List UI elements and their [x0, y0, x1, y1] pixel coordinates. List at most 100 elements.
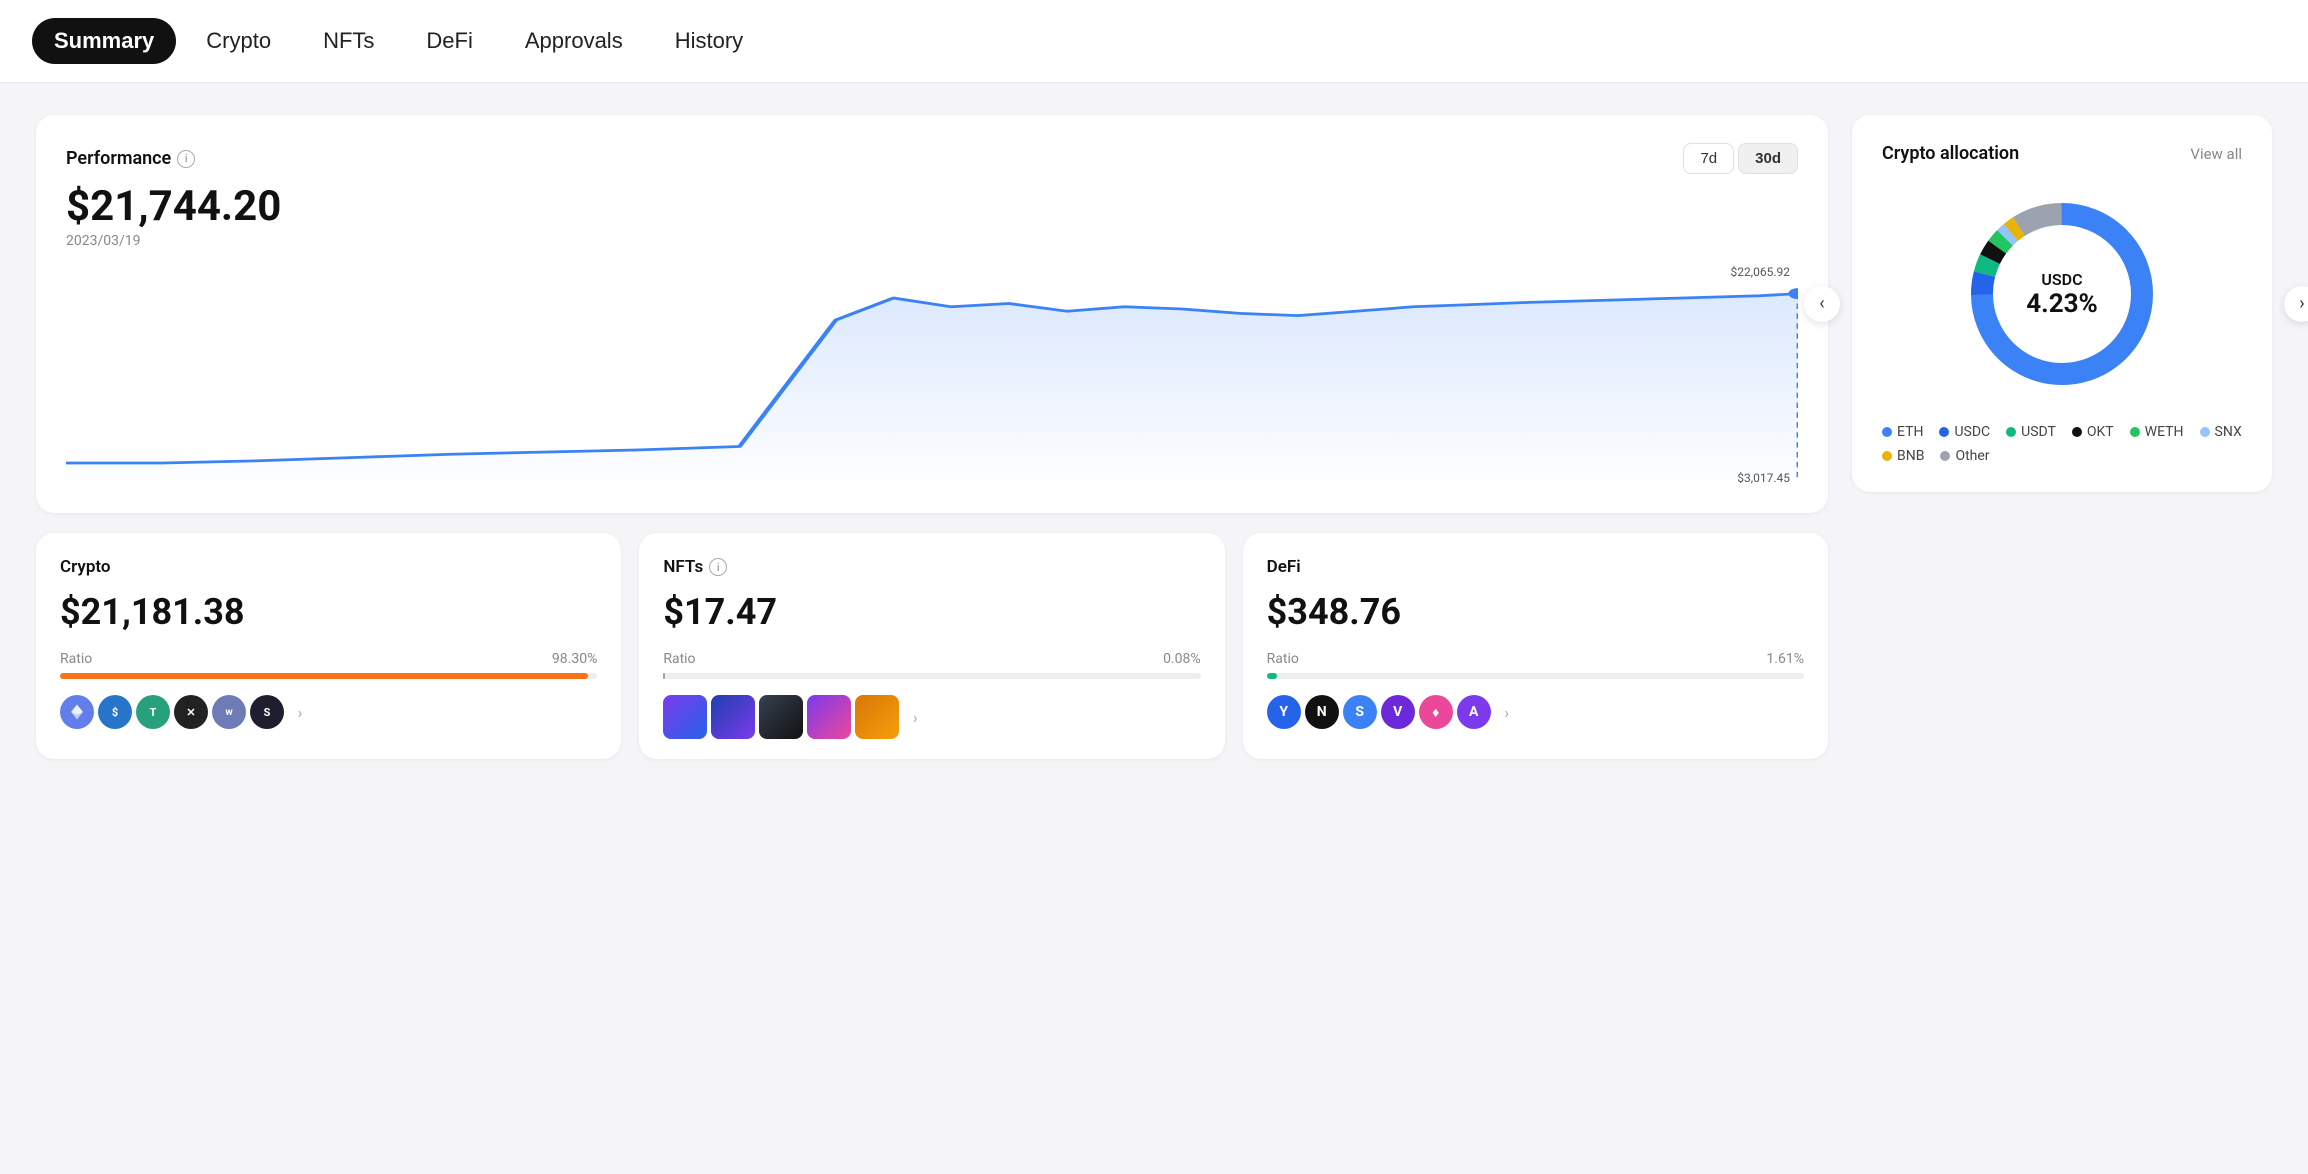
defi-card: DeFi $348.76 Ratio 1.61% Y N S V ♦ A › — [1243, 533, 1828, 759]
defi-icon-1: Y — [1267, 695, 1301, 729]
nft-thumb-1 — [663, 695, 707, 739]
legend-label-usdt: USDT — [2021, 424, 2056, 440]
performance-header: Performance i 7d 30d — [66, 143, 1798, 174]
usdt-icon: T — [136, 695, 170, 729]
nfts-card-value: $17.47 — [663, 591, 1200, 633]
alloc-prev-arrow[interactable]: ‹ — [1804, 286, 1840, 322]
performance-card: Performance i 7d 30d $21,744.20 2023/03/… — [36, 115, 1828, 513]
defi-card-label: DeFi — [1267, 557, 1804, 577]
defi-ratio-bar-fill — [1267, 673, 1277, 679]
legend-dot-other — [1940, 451, 1950, 461]
legend-dot-snx — [2200, 427, 2210, 437]
nav-nfts[interactable]: NFTs — [301, 18, 396, 64]
right-column: ‹ Crypto allocation View all — [1852, 115, 2272, 759]
donut-center-label: USDC — [2026, 270, 2098, 289]
legend-label-okt: OKT — [2087, 424, 2114, 440]
nft-thumb-5 — [855, 695, 899, 739]
performance-title: Performance i — [66, 148, 195, 169]
weth-icon: w — [212, 695, 246, 729]
legend-label-eth: ETH — [1897, 424, 1923, 440]
nfts-more-arrow[interactable]: › — [903, 705, 927, 729]
nfts-ratio-bar-bg — [663, 673, 1200, 679]
okt-icon: ✕ — [174, 695, 208, 729]
legend-dot-weth — [2130, 427, 2140, 437]
nft-thumb-3 — [759, 695, 803, 739]
crypto-ratio-bar-bg — [60, 673, 597, 679]
defi-card-value: $348.76 — [1267, 591, 1804, 633]
nft-thumb-2 — [711, 695, 755, 739]
alloc-wrapper: ‹ Crypto allocation View all — [1852, 115, 2272, 492]
performance-info-icon[interactable]: i — [177, 150, 195, 168]
nav-crypto[interactable]: Crypto — [184, 18, 293, 64]
performance-title-text: Performance — [66, 148, 171, 169]
nfts-ratio-pct: 0.08% — [1163, 651, 1201, 667]
alloc-next-arrow[interactable]: › — [2284, 286, 2308, 322]
donut-chart-container: USDC 4.23% — [1882, 184, 2242, 404]
legend-label-snx: SNX — [2215, 424, 2242, 440]
legend-dot-usdc — [1939, 427, 1949, 437]
nav-approvals[interactable]: Approvals — [503, 18, 645, 64]
chart-high-label: $22,065.92 — [1731, 265, 1790, 279]
legend-other: Other — [1940, 448, 1989, 464]
main-content: Performance i 7d 30d $21,744.20 2023/03/… — [0, 83, 2308, 791]
allocation-legend: ETH USDC USDT OKT — [1882, 424, 2242, 464]
nfts-ratio-row: Ratio 0.08% — [663, 651, 1200, 667]
donut-center: USDC 4.23% — [2026, 270, 2098, 319]
crypto-more-arrow[interactable]: › — [288, 700, 312, 724]
defi-icon-4: V — [1381, 695, 1415, 729]
nfts-label-text: NFTs — [663, 557, 703, 577]
performance-date: 2023/03/19 — [66, 233, 1798, 249]
legend-label-usdc: USDC — [1954, 424, 1990, 440]
legend-label-other: Other — [1955, 448, 1989, 464]
crypto-ratio-label: Ratio — [60, 651, 92, 667]
legend-dot-eth — [1882, 427, 1892, 437]
defi-token-icons: Y N S V ♦ A › — [1267, 695, 1804, 729]
alloc-title: Crypto allocation — [1882, 143, 2019, 164]
nft-thumbnails: › — [663, 695, 1200, 739]
defi-icon-3: S — [1343, 695, 1377, 729]
nfts-ratio-label: Ratio — [663, 651, 695, 667]
legend-label-bnb: BNB — [1897, 448, 1924, 464]
nfts-info-icon[interactable]: i — [709, 558, 727, 576]
crypto-card-value: $21,181.38 — [60, 591, 597, 633]
crypto-card-label: Crypto — [60, 557, 597, 577]
bottom-cards: Crypto $21,181.38 Ratio 98.30% $ — [36, 533, 1828, 759]
chart-svg — [66, 265, 1798, 485]
nfts-card-label: NFTs i — [663, 557, 1200, 577]
view-all-button[interactable]: View all — [2190, 145, 2242, 163]
legend-bnb: BNB — [1882, 448, 1924, 464]
top-navigation: Summary Crypto NFTs DeFi Approvals Histo… — [0, 0, 2308, 83]
legend-weth: WETH — [2130, 424, 2184, 440]
legend-dot-usdt — [2006, 427, 2016, 437]
left-column: Performance i 7d 30d $21,744.20 2023/03/… — [36, 115, 1828, 759]
defi-ratio-row: Ratio 1.61% — [1267, 651, 1804, 667]
defi-ratio-label: Ratio — [1267, 651, 1299, 667]
nav-history[interactable]: History — [653, 18, 765, 64]
defi-more-arrow[interactable]: › — [1495, 700, 1519, 724]
nav-defi[interactable]: DeFi — [404, 18, 494, 64]
crypto-token-icons: $ T ✕ w S › — [60, 695, 597, 729]
crypto-ratio-bar-fill — [60, 673, 588, 679]
defi-icon-5: ♦ — [1419, 695, 1453, 729]
performance-chart: $22,065.92 $3,017.45 — [66, 265, 1798, 485]
alloc-header: Crypto allocation View all — [1882, 143, 2242, 164]
legend-usdt: USDT — [2006, 424, 2056, 440]
crypto-card: Crypto $21,181.38 Ratio 98.30% $ — [36, 533, 621, 759]
period-7d-button[interactable]: 7d — [1683, 143, 1734, 174]
chart-low-label: $3,017.45 — [1737, 471, 1790, 485]
crypto-allocation-card: Crypto allocation View all — [1852, 115, 2272, 492]
crypto-ratio-pct: 98.30% — [552, 651, 597, 667]
performance-value: $21,744.20 — [66, 182, 1798, 231]
usdc-icon: $ — [98, 695, 132, 729]
period-30d-button[interactable]: 30d — [1738, 143, 1798, 174]
defi-ratio-bar-bg — [1267, 673, 1804, 679]
nft-thumb-4 — [807, 695, 851, 739]
snx-icon: S — [250, 695, 284, 729]
donut-center-pct: 4.23% — [2026, 289, 2098, 319]
legend-okt: OKT — [2072, 424, 2114, 440]
nav-summary[interactable]: Summary — [32, 18, 176, 64]
period-buttons: 7d 30d — [1683, 143, 1798, 174]
legend-dot-okt — [2072, 427, 2082, 437]
legend-usdc: USDC — [1939, 424, 1990, 440]
crypto-ratio-row: Ratio 98.30% — [60, 651, 597, 667]
